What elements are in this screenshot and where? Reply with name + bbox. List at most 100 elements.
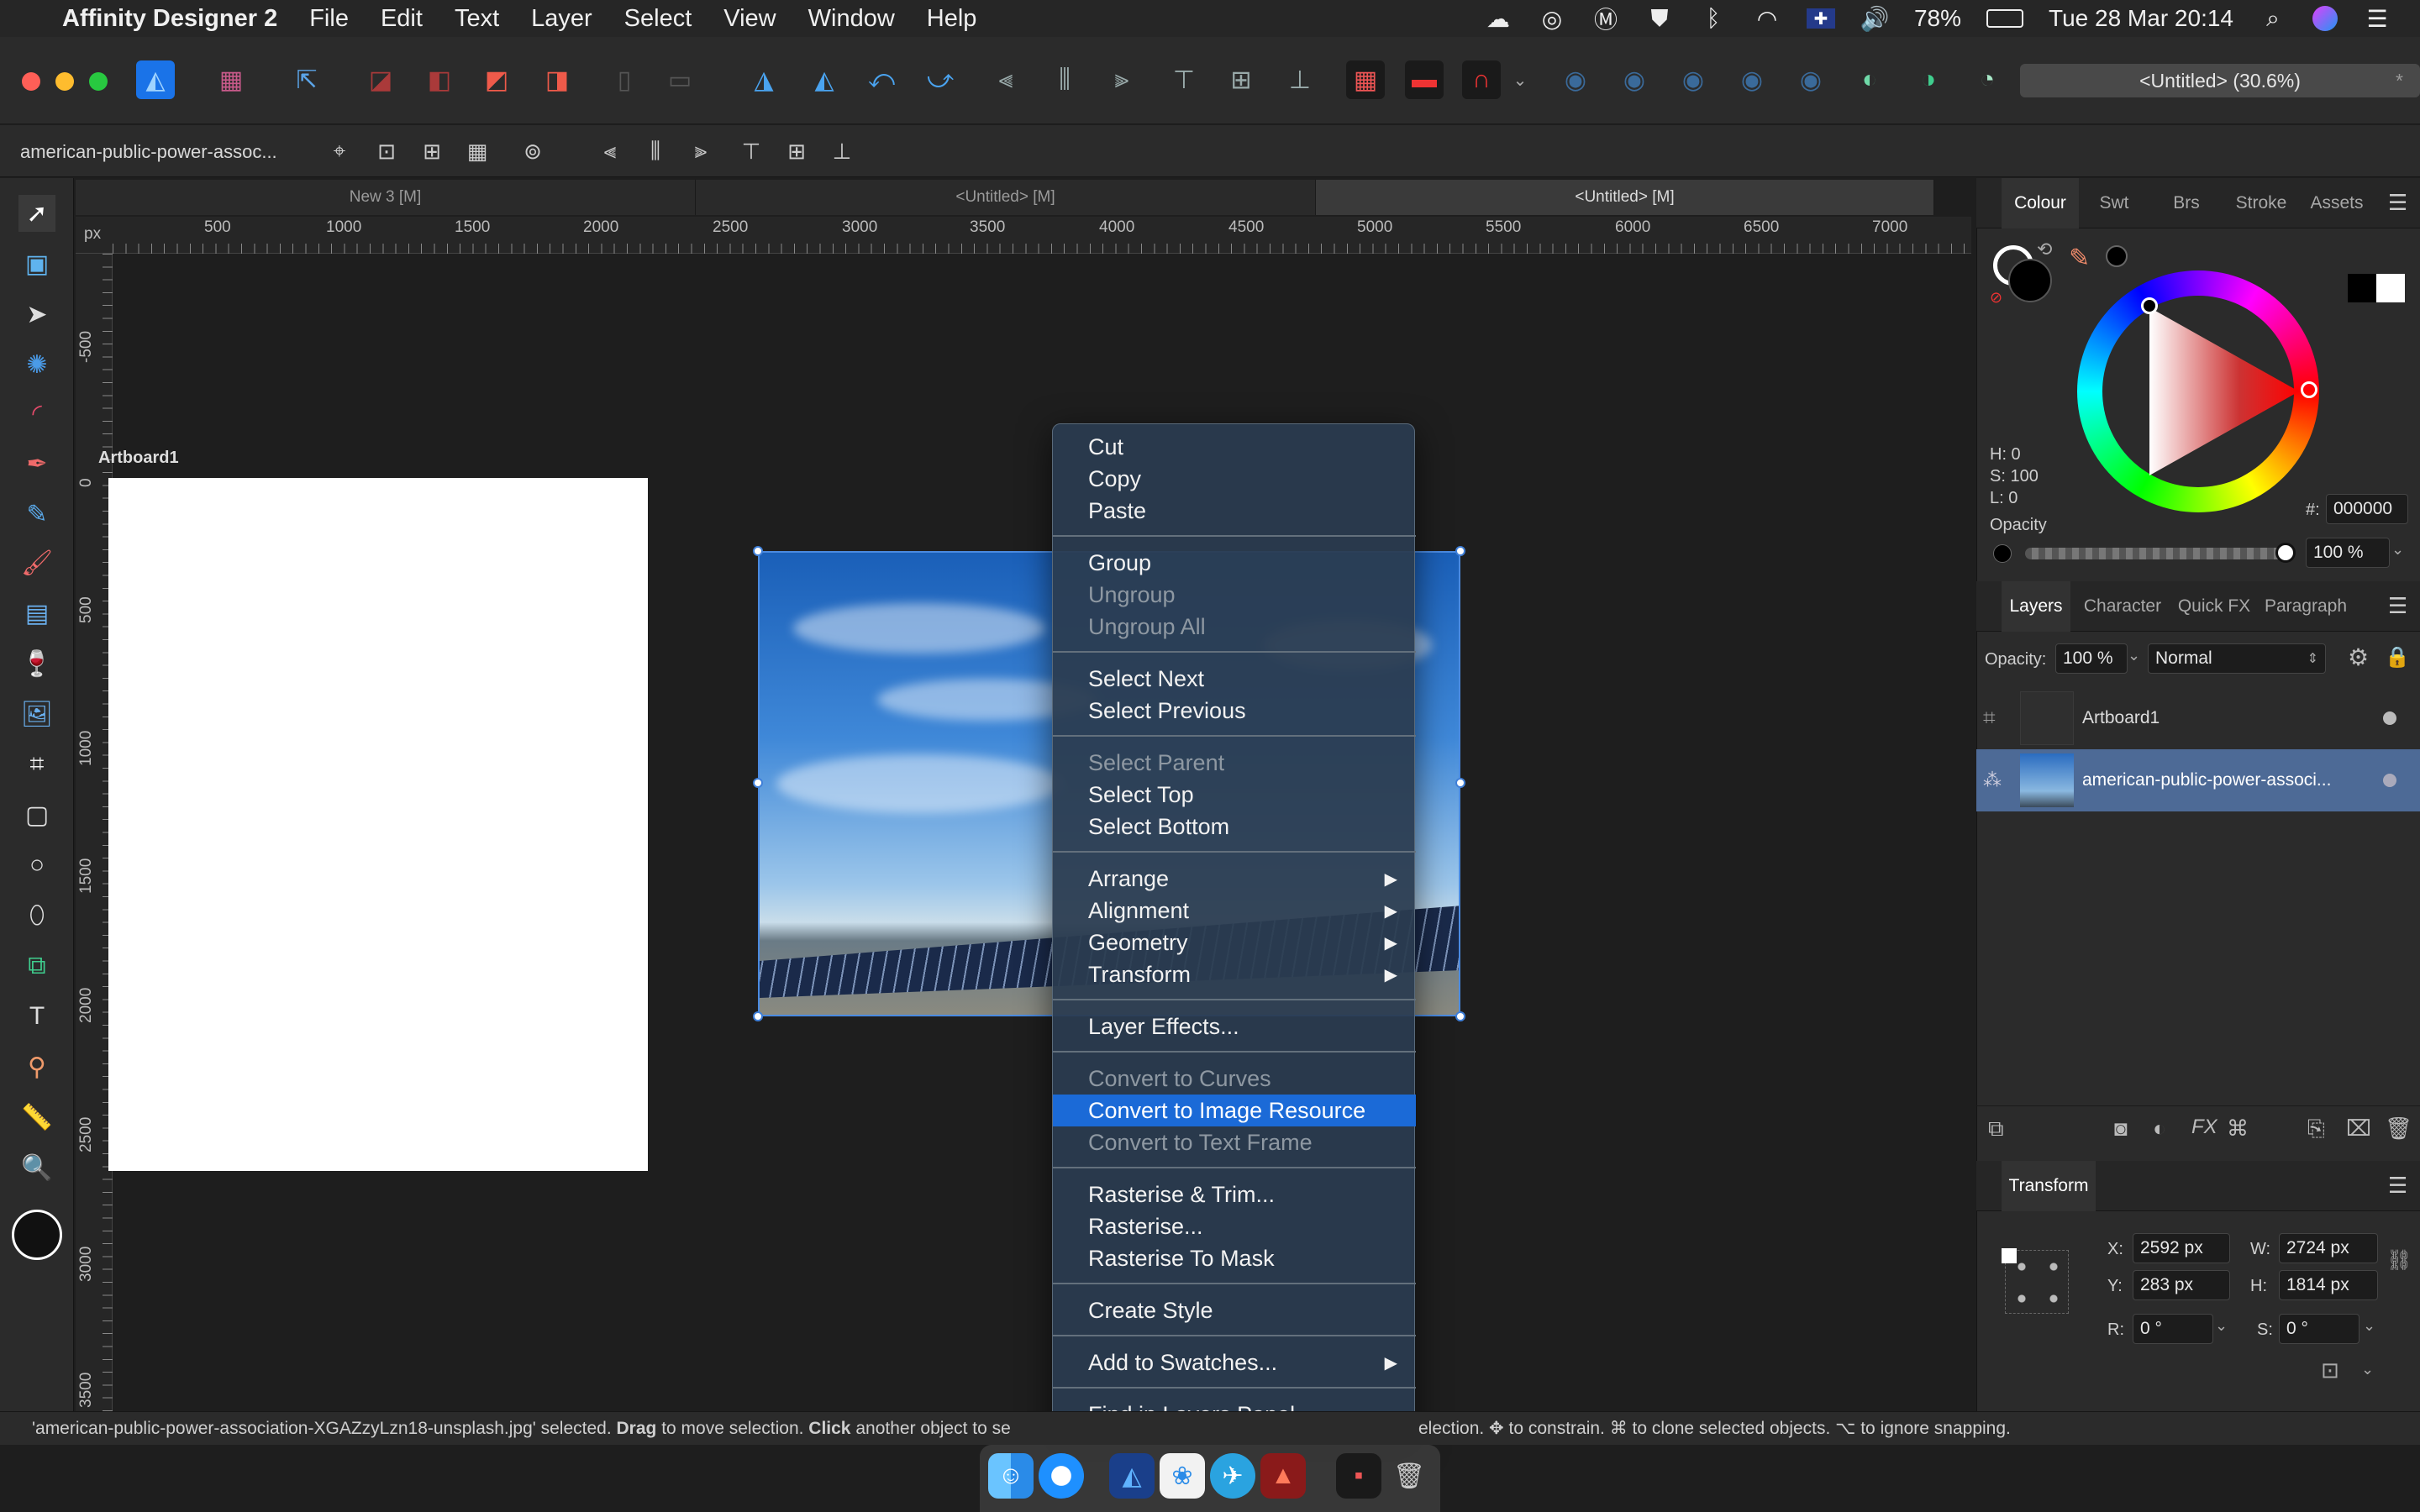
flip-horizontal-icon[interactable]: ◮ bbox=[744, 60, 783, 99]
snapping-toggle-icon[interactable]: ▬ bbox=[1405, 60, 1444, 99]
bluetooth-icon[interactable]: ᛒ bbox=[1699, 4, 1728, 33]
rotate-right-icon[interactable]: ⤻ bbox=[921, 60, 960, 99]
layer-lock-icon[interactable]: 🔒 bbox=[2385, 645, 2410, 669]
menu-geometry[interactable]: Geometry ▶ bbox=[1053, 927, 1416, 958]
isolate-icon[interactable]: ⊚ bbox=[516, 136, 550, 166]
menu-rasterise-trim[interactable]: Rasterise & Trim... bbox=[1053, 1179, 1416, 1210]
artboard-tool-icon[interactable]: ▣ bbox=[18, 245, 55, 282]
menu-select-top[interactable]: Select Top bbox=[1053, 779, 1416, 811]
horizontal-ruler[interactable]: px 500 1000 1500 2000 2500 3000 3500 400… bbox=[76, 217, 1971, 254]
tab-untitled-2[interactable]: <Untitled> [M] bbox=[1316, 180, 1934, 215]
layer-row-artboard[interactable]: ⌗ Artboard1 bbox=[1976, 687, 2420, 749]
mask-icon[interactable]: ◙ bbox=[2114, 1116, 2128, 1142]
clock[interactable]: Tue 28 Mar 20:14 bbox=[2049, 5, 2233, 32]
black-swatch[interactable] bbox=[2348, 274, 2376, 302]
handle-br[interactable] bbox=[1455, 1011, 1465, 1021]
tab-transform[interactable]: Transform bbox=[2002, 1161, 2096, 1211]
menu-group[interactable]: Group bbox=[1053, 547, 1416, 579]
pencil-tool-icon[interactable]: ✎ bbox=[18, 496, 55, 533]
ctx-align-left-icon[interactable]: ⫷ bbox=[593, 136, 627, 166]
menu-rasterise[interactable]: Rasterise... bbox=[1053, 1210, 1416, 1242]
corner-tool-icon[interactable]: ◜ bbox=[18, 395, 55, 432]
snapping-magnet-icon[interactable]: ∩ bbox=[1462, 60, 1501, 99]
layer-row-image[interactable]: ⁂ american-public-power-associ... bbox=[1976, 749, 2420, 811]
handle-mr[interactable] bbox=[1455, 778, 1465, 788]
align-right-icon[interactable]: ⫸ bbox=[1102, 60, 1141, 99]
align-left-icon[interactable]: ⫷ bbox=[986, 60, 1025, 99]
layers-stack-icon[interactable]: ⧉ bbox=[1988, 1116, 2004, 1142]
tab-assets[interactable]: Assets bbox=[2301, 178, 2373, 228]
colour-opacity-dropdown-icon[interactable]: ⌄ bbox=[2391, 541, 2404, 559]
menu-select-previous[interactable]: Select Previous bbox=[1053, 695, 1416, 727]
trash-icon[interactable]: 🗑 bbox=[1386, 1453, 1432, 1499]
sync-icon[interactable]: ◎ bbox=[1538, 4, 1566, 33]
menu-view[interactable]: View bbox=[723, 5, 776, 33]
menu-edit[interactable]: Edit bbox=[381, 5, 423, 33]
menu-add-to-swatches[interactable]: Add to Swatches... ▶ bbox=[1053, 1347, 1416, 1378]
control-center-icon[interactable]: ☰ bbox=[2363, 4, 2391, 33]
opacity-slider-handle[interactable] bbox=[2275, 543, 2296, 563]
text-tool-icon[interactable]: T bbox=[18, 998, 55, 1035]
align-top-icon[interactable]: ⊤ bbox=[1165, 60, 1203, 99]
measure-tool-icon[interactable]: 📏 bbox=[18, 1099, 55, 1136]
shear-dropdown-icon[interactable]: ⌄ bbox=[2363, 1317, 2375, 1335]
transform-options-icon[interactable]: ⊡ bbox=[2321, 1357, 2339, 1383]
colour-panel-menu-icon[interactable]: ☰ bbox=[2388, 190, 2407, 216]
spotlight-search-icon[interactable]: ⌕ bbox=[2259, 4, 2287, 33]
rectangle-tool-icon[interactable]: ▢ bbox=[18, 796, 55, 833]
layers-panel-menu-icon[interactable]: ☰ bbox=[2388, 593, 2407, 619]
ctx-align-bottom-icon[interactable]: ⊥ bbox=[825, 136, 859, 166]
tab-new-3[interactable]: New 3 [M] bbox=[76, 180, 696, 215]
zoom-tool-icon[interactable]: 🔍 bbox=[18, 1149, 55, 1186]
m-app-icon[interactable]: Ⓜ bbox=[1591, 4, 1620, 33]
vertical-ruler[interactable]: -500 0 500 1000 1500 2000 2500 3000 3500 bbox=[76, 254, 113, 1411]
insert-inside-icon[interactable]: ◉ bbox=[1674, 60, 1712, 99]
color-picker-tool-icon[interactable]: ⚲ bbox=[18, 1048, 55, 1085]
minimize-window-button[interactable] bbox=[55, 72, 74, 91]
menu-select-next[interactable]: Select Next bbox=[1053, 663, 1416, 695]
wifi-icon[interactable]: ◠ bbox=[1753, 4, 1781, 33]
handle-tl[interactable] bbox=[753, 546, 763, 556]
telegram-icon[interactable]: ✈ bbox=[1210, 1453, 1255, 1499]
fill-stroke-swatch[interactable] bbox=[12, 1210, 62, 1260]
opacity-slider[interactable] bbox=[2025, 548, 2287, 559]
distribute-icon[interactable]: ⊞ bbox=[415, 136, 449, 166]
menu-layer-effects[interactable]: Layer Effects... bbox=[1053, 1011, 1416, 1042]
menu-cut[interactable]: Cut bbox=[1053, 431, 1416, 463]
node-tool-icon[interactable]: ➤ bbox=[18, 296, 55, 333]
y-field[interactable]: 283 px bbox=[2133, 1270, 2230, 1300]
tab-stroke[interactable]: Stroke bbox=[2225, 178, 2297, 228]
align-bottom-icon[interactable]: ⊥ bbox=[1281, 60, 1319, 99]
triangle-handle[interactable] bbox=[2141, 297, 2158, 314]
swap-colours-icon[interactable]: ⟲ bbox=[2037, 239, 2052, 260]
layer-settings-icon[interactable]: ⚙ bbox=[2348, 643, 2369, 671]
insert-behind-icon[interactable]: ◉ bbox=[1556, 60, 1595, 99]
transform-origin-icon[interactable]: ⌖ bbox=[323, 136, 356, 166]
tab-brushes[interactable]: Brs bbox=[2153, 178, 2220, 228]
menu-window[interactable]: Window bbox=[808, 5, 895, 33]
pixel-persona-icon[interactable]: ▦ bbox=[212, 60, 250, 99]
handle-bl[interactable] bbox=[753, 1011, 763, 1021]
boolean-2-icon[interactable]: ◧ bbox=[420, 60, 459, 99]
recent-app-icon[interactable]: ▪ bbox=[1336, 1453, 1381, 1499]
menu-rasterise-to-mask[interactable]: Rasterise To Mask bbox=[1053, 1242, 1416, 1274]
zoom-window-button[interactable] bbox=[89, 72, 108, 91]
close-window-button[interactable] bbox=[22, 72, 40, 91]
snapping-grid-icon[interactable]: ▦ bbox=[1346, 60, 1385, 99]
align-middle-icon[interactable]: ⊞ bbox=[1222, 60, 1260, 99]
designer-persona-icon[interactable]: ◭ bbox=[136, 60, 175, 99]
ctx-align-top-icon[interactable]: ⊤ bbox=[734, 136, 768, 166]
colour-opacity-field[interactable]: 100 % bbox=[2306, 538, 2390, 568]
siri-icon[interactable] bbox=[2312, 6, 2338, 31]
menu-file[interactable]: File bbox=[309, 5, 349, 33]
creative-cloud-icon[interactable]: ☁ bbox=[1484, 4, 1512, 33]
tab-paragraph[interactable]: Paragraph bbox=[2259, 581, 2353, 632]
align-center-icon[interactable]: ⫼ bbox=[1045, 60, 1084, 99]
pen-tool-icon[interactable]: ✒ bbox=[18, 445, 55, 482]
menu-layer[interactable]: Layer bbox=[531, 5, 592, 33]
image-visibility-icon[interactable] bbox=[2383, 774, 2396, 787]
shear-field[interactable]: 0 ° bbox=[2279, 1314, 2360, 1344]
move-tool-icon[interactable]: ➚ bbox=[18, 195, 55, 232]
point-transform-tool-icon[interactable]: ✺ bbox=[18, 346, 55, 383]
assistant-icon[interactable]: ◐ bbox=[1850, 60, 1889, 99]
